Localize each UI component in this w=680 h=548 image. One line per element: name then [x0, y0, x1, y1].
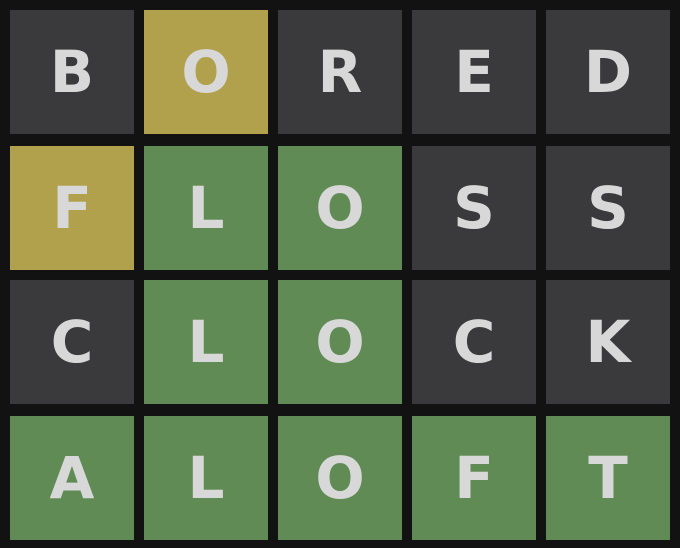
game-board: B O R E D F L O S S C L O C K A L O F T [0, 0, 680, 548]
letter-tile: B [10, 10, 134, 134]
letter-tile: C [412, 280, 536, 404]
guess-row-1: B O R E D [10, 10, 670, 134]
letter-tile: F [412, 416, 536, 540]
letter-tile: L [144, 280, 268, 404]
letter-tile: A [10, 416, 134, 540]
letter-tile: D [546, 10, 670, 134]
letter-tile: K [546, 280, 670, 404]
letter-tile: E [412, 10, 536, 134]
letter-tile: R [278, 10, 402, 134]
letter-tile: T [546, 416, 670, 540]
letter-tile: F [10, 146, 134, 270]
guess-row-2: F L O S S [10, 146, 670, 270]
guess-row-4: A L O F T [10, 416, 670, 540]
letter-tile: C [10, 280, 134, 404]
letter-tile: O [144, 10, 268, 134]
letter-tile: L [144, 146, 268, 270]
letter-tile: O [278, 280, 402, 404]
letter-tile: L [144, 416, 268, 540]
letter-tile: S [412, 146, 536, 270]
letter-tile: S [546, 146, 670, 270]
letter-tile: O [278, 416, 402, 540]
letter-tile: O [278, 146, 402, 270]
guess-row-3: C L O C K [10, 280, 670, 404]
